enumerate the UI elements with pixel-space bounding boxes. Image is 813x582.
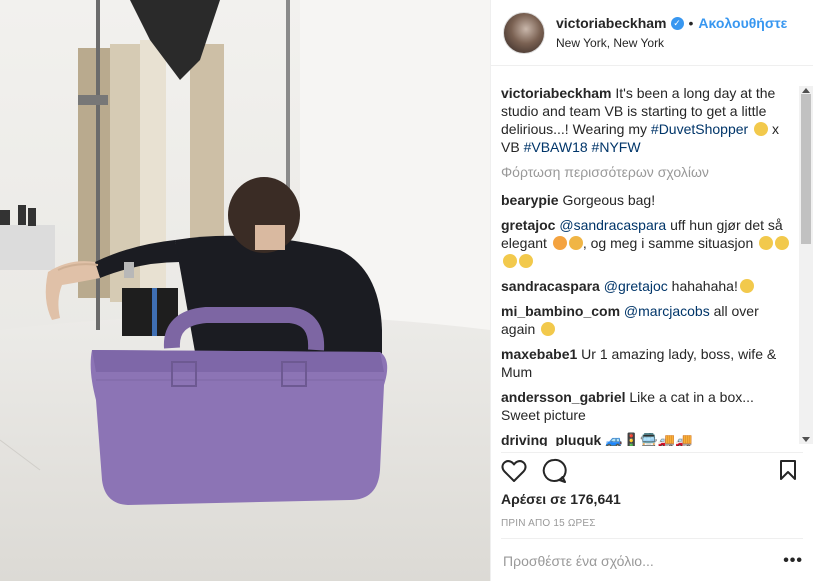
caption-username[interactable]: victoriabeckham: [501, 85, 612, 101]
bookmark-icon[interactable]: [779, 459, 797, 481]
grimacing-emoji-icon: [775, 236, 790, 250]
comment-username[interactable]: driving_pluguk: [501, 432, 601, 446]
comment-mention[interactable]: @sandracaspara: [559, 217, 666, 233]
comment-text: Gorgeous bag!: [562, 192, 656, 208]
avatar[interactable]: [503, 11, 545, 54]
comment-item: mi_bambino_com @marcjacobs all over agai…: [501, 302, 793, 338]
comment-icon[interactable]: [541, 458, 567, 484]
post-timestamp: ΠΡΙΝ ΑΠΟ 15 ΩΡΕΣ: [501, 518, 596, 529]
grimacing-emoji-icon: [541, 322, 556, 336]
comment-text: hahahaha!: [671, 278, 738, 294]
comment-text-2: , og meg i samme situasjon: [582, 235, 754, 251]
comment-username[interactable]: mi_bambino_com: [501, 303, 620, 319]
comment-mention[interactable]: @gretajoc: [604, 278, 668, 294]
grimacing-emoji-icon: [759, 236, 774, 250]
comment-username[interactable]: bearypie: [501, 192, 559, 208]
comment-item: bearypie Gorgeous bag!: [501, 191, 793, 209]
scroll-down-arrow-icon[interactable]: [802, 437, 810, 442]
hashtag-nyfw[interactable]: #NYFW: [592, 139, 641, 155]
comment-item: sandracaspara @gretajoc hahahaha!: [501, 277, 793, 295]
hashtag-duvetshopper[interactable]: #DuvetShopper: [651, 121, 748, 137]
grimacing-emoji-icon: [503, 254, 517, 268]
location-link[interactable]: New York, New York: [556, 36, 787, 50]
follow-button[interactable]: Ακολουθήστε: [698, 15, 787, 31]
comment-username[interactable]: andersson_gabriel: [501, 389, 626, 405]
sad-emoji-icon: [568, 236, 583, 250]
comments-list[interactable]: victoriabeckham It's been a long day at …: [501, 84, 793, 446]
instagram-post: victoriabeckham ✓ • Ακολουθήστε New York…: [0, 0, 813, 581]
header-username[interactable]: victoriabeckham: [556, 15, 667, 31]
comment-item: maxebabe1 Ur 1 amazing lady, boss, wife …: [501, 345, 793, 381]
hashtag-vbaw18[interactable]: #VBAW18: [524, 139, 588, 155]
grimacing-emoji-icon: [519, 254, 533, 268]
comment-item: driving_pluguk 🚙🚦🚍🚚🚚: [501, 431, 793, 446]
comment-text: 🚙🚦🚍🚚🚚: [605, 432, 693, 446]
post-photo[interactable]: [0, 0, 490, 581]
heart-eyes-emoji-icon: [552, 236, 567, 250]
likes-count[interactable]: Αρέσει σε 176,641: [501, 491, 621, 507]
comment-username[interactable]: maxebabe1: [501, 346, 577, 362]
more-options-button[interactable]: •••: [783, 552, 803, 570]
grimacing-emoji-icon: [739, 279, 754, 293]
scroll-up-arrow-icon[interactable]: [802, 88, 810, 93]
caption: victoriabeckham It's been a long day at …: [501, 84, 793, 156]
verified-badge-icon: ✓: [670, 16, 684, 30]
add-comment-input[interactable]: [501, 551, 784, 570]
post-sidebar: victoriabeckham ✓ • Ακολουθήστε New York…: [490, 0, 813, 581]
comment-username[interactable]: gretajoc: [501, 217, 555, 233]
comment-item: gretajoc @sandracaspara uff hun gjør det…: [501, 216, 793, 270]
comment-mention[interactable]: @marcjacobs: [624, 303, 710, 319]
comment-item: andersson_gabriel Like a cat in a box...…: [501, 388, 793, 424]
heart-icon[interactable]: [501, 459, 527, 483]
load-more-comments-button[interactable]: Φόρτωση περισσότερων σχολίων: [501, 163, 793, 181]
post-header: victoriabeckham ✓ • Ακολουθήστε New York…: [491, 0, 813, 66]
comment-username[interactable]: sandracaspara: [501, 278, 600, 294]
grimacing-emoji-icon: [754, 122, 769, 136]
comments-scrollbar[interactable]: [799, 86, 813, 444]
add-comment-bar: •••: [501, 538, 803, 582]
scrollbar-thumb[interactable]: [801, 94, 811, 244]
separator-dot: •: [688, 15, 694, 31]
action-bar: [501, 452, 803, 489]
photo-image: [0, 0, 490, 581]
